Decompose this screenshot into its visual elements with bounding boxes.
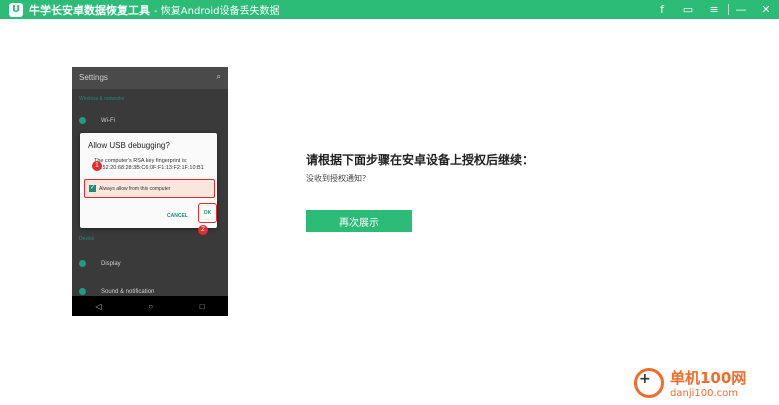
dialog-title: Allow USB debugging? (88, 141, 170, 150)
checkbox-checked-icon: ✓ (89, 185, 96, 192)
app-subtitle: - 恢复Android设备丢失数据 (154, 6, 280, 17)
step-badge-2: 2 (198, 225, 208, 235)
phone-toolbar: Settings ⌕ (72, 67, 228, 89)
menu-icon: ≡ (709, 3, 719, 16)
dialog-fingerprint-text: The computer's RSA key fingerprint is: 9… (94, 158, 204, 171)
minimize-button[interactable]: — (729, 0, 753, 19)
app-logo-icon: U (9, 2, 23, 17)
phone-toolbar-title: Settings (79, 73, 108, 82)
phone-nav-bar: ◁ ○ □ (72, 296, 228, 316)
phone-section-wireless: Wireless & networks (79, 96, 125, 102)
no-notification-text: 没收到授权通知？ (306, 174, 370, 183)
step-badge-1: 1 (92, 161, 102, 171)
usb-debugging-guide-image: Settings ⌕ Wireless & networks Wi-Fi Dev… (72, 67, 228, 316)
watermark-logo: + 单机100网 danji100.com (630, 366, 779, 405)
always-allow-highlight: ✓ Always allow from this computer (84, 179, 215, 198)
phone-row-display-label: Display (101, 260, 121, 267)
facebook-icon: f (660, 3, 664, 16)
feedback-button[interactable]: ▭ (676, 0, 700, 19)
facebook-button[interactable]: f (650, 0, 674, 19)
title-bar: U 牛学长安卓数据恢复工具 - 恢复Android设备丢失数据 f ▭ ≡ — … (0, 0, 779, 19)
phone-search-icon: ⌕ (216, 72, 221, 81)
app-title: 牛学长安卓数据恢复工具 (29, 3, 150, 17)
bell-icon (79, 288, 86, 295)
back-icon: ◁ (95, 301, 102, 311)
feedback-icon: ▭ (682, 3, 694, 16)
usb-debugging-dialog: Allow USB debugging? The computer's RSA … (80, 133, 217, 235)
phone-row-wifi-label: Wi-Fi (101, 117, 115, 124)
dialog-ok-label: OK (203, 210, 212, 216)
minimize-icon: — (735, 3, 747, 16)
watermark-plus-icon: + (639, 371, 651, 387)
phone-row-sound: Sound & notification (79, 288, 154, 295)
menu-button[interactable]: ≡ (702, 0, 726, 19)
phone-row-wifi: Wi-Fi (79, 117, 115, 124)
phone-row-display: Display (79, 260, 121, 267)
recents-icon: □ (199, 301, 205, 311)
redisplay-button[interactable]: 再次展示 (306, 210, 412, 232)
dialog-cancel-label: CANCEL (167, 213, 188, 219)
close-icon: ✕ (761, 3, 771, 16)
always-allow-label: Always allow from this computer (99, 185, 171, 192)
home-icon: ○ (148, 301, 154, 311)
instruction-heading: 请根据下面步骤在安卓设备上授权后继续： (306, 153, 535, 167)
phone-row-sound-label: Sound & notification (101, 288, 155, 295)
watermark-name: 单机100网 (670, 369, 747, 387)
wifi-icon (79, 117, 86, 124)
display-icon (79, 260, 86, 267)
close-button[interactable]: ✕ (754, 0, 778, 19)
watermark-url: danji100.com (670, 388, 738, 399)
ok-highlight: OK (198, 203, 217, 223)
phone-section-device: Device (79, 236, 95, 242)
